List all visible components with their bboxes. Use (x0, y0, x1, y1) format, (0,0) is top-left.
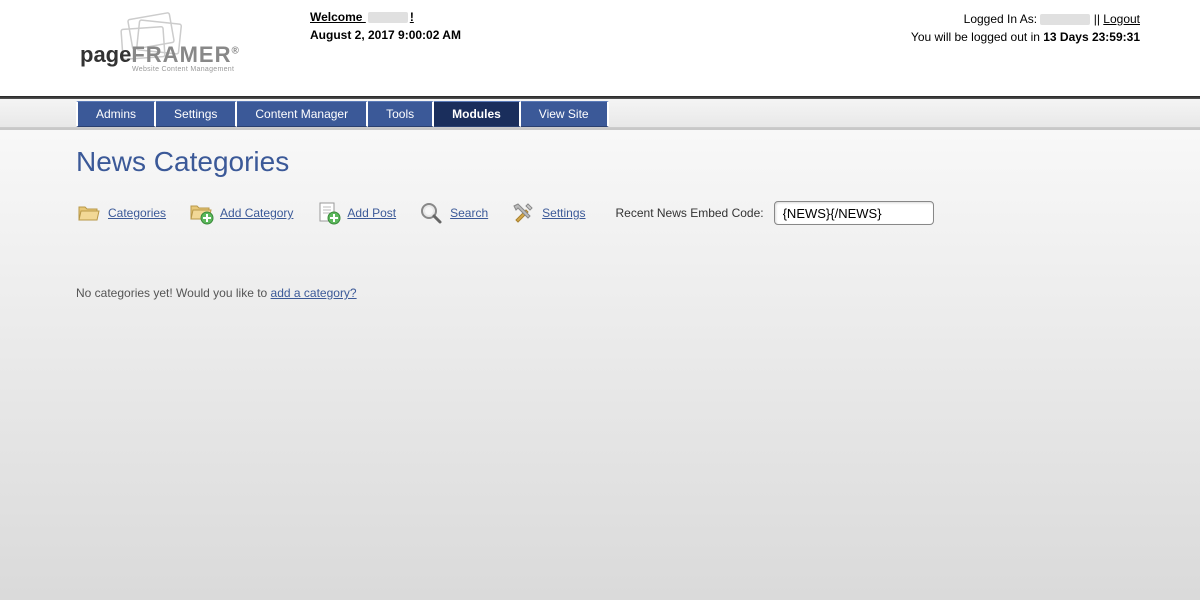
session-block: Logged In As: || Logout You will be logg… (911, 10, 1140, 96)
logo: pageFRAMER® Website Content Management (80, 10, 260, 90)
categories-link: Categories (108, 206, 166, 220)
logout-link[interactable]: Logout (1103, 12, 1140, 26)
session-prefix: You will be logged out in (911, 30, 1043, 44)
folder-icon (76, 200, 102, 226)
session-countdown: You will be logged out in 13 Days 23:59:… (911, 30, 1140, 44)
search-link: Search (450, 206, 488, 220)
content-area: News Categories Categories Add Category … (0, 128, 1200, 600)
add-post-link: Add Post (347, 206, 396, 220)
logo-area: pageFRAMER® Website Content Management (80, 10, 300, 96)
tool-categories[interactable]: Categories (76, 200, 166, 226)
separator: || (1090, 12, 1103, 26)
tab-admins[interactable]: Admins (76, 101, 156, 127)
logo-text: pageFRAMER® (80, 42, 239, 68)
logged-in-label: Logged In As: (964, 12, 1041, 26)
welcome-block: Welcome ! August 2, 2017 9:00:02 AM (300, 10, 911, 96)
welcome-prefix: Welcome (310, 10, 366, 24)
tab-view-site[interactable]: View Site (521, 101, 609, 127)
nav-tabs: Admins Settings Content Manager Tools Mo… (76, 98, 1200, 127)
empty-message: No categories yet! Would you like to add… (76, 286, 1124, 300)
main-nav: Admins Settings Content Manager Tools Mo… (0, 96, 1200, 128)
username-redacted (368, 12, 408, 23)
tab-settings[interactable]: Settings (156, 101, 237, 127)
user-redacted (1040, 14, 1090, 25)
tab-modules[interactable]: Modules (434, 101, 521, 127)
page-add-icon (315, 200, 341, 226)
welcome-suffix: ! (410, 10, 414, 24)
folder-add-icon (188, 200, 214, 226)
add-category-link: Add Category (220, 206, 293, 220)
empty-prefix: No categories yet! Would you like to (76, 286, 271, 300)
date-time: August 2, 2017 9:00:02 AM (310, 28, 911, 42)
search-icon (418, 200, 444, 226)
toolbar: Categories Add Category Add Post Search … (76, 200, 1124, 226)
tool-settings[interactable]: Settings (510, 200, 585, 226)
tab-tools[interactable]: Tools (368, 101, 434, 127)
tools-icon (510, 200, 536, 226)
embed-code-input[interactable] (774, 201, 934, 225)
welcome-text: Welcome ! (310, 10, 414, 24)
embed-code-label: Recent News Embed Code: (616, 206, 764, 220)
tab-content-manager[interactable]: Content Manager (237, 101, 368, 127)
page-header: pageFRAMER® Website Content Management W… (0, 0, 1200, 96)
page-title: News Categories (76, 146, 1124, 178)
tool-add-post[interactable]: Add Post (315, 200, 396, 226)
settings-link: Settings (542, 206, 585, 220)
logo-subtitle: Website Content Management (132, 66, 234, 73)
add-category-inline-link[interactable]: add a category? (271, 286, 357, 300)
tool-search[interactable]: Search (418, 200, 488, 226)
login-status: Logged In As: || Logout (911, 12, 1140, 26)
session-remaining: 13 Days 23:59:31 (1043, 30, 1140, 44)
tool-add-category[interactable]: Add Category (188, 200, 293, 226)
